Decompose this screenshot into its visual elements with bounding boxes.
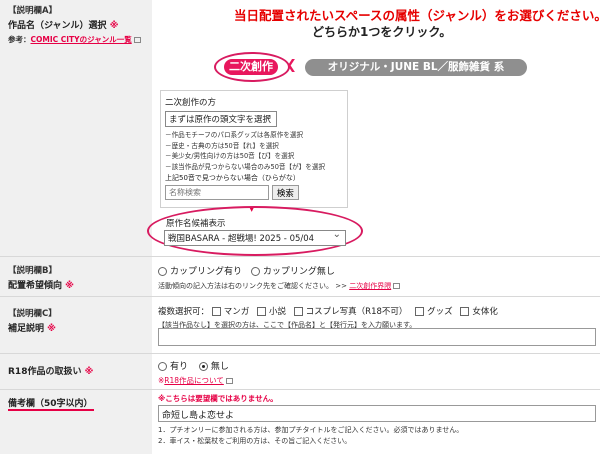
- coupling-label-cell: 【説明欄B】 配置希望傾向 ※: [0, 257, 152, 296]
- search-button[interactable]: 検索: [271, 185, 299, 200]
- remarks-notes: 1．プチオンリーに参加される方は、参加プチタイトルをご記入ください。必須ではあり…: [158, 426, 464, 445]
- option-goods[interactable]: グッズ: [415, 307, 453, 317]
- checkbox-icon: [460, 307, 470, 316]
- external-link-icon: [393, 283, 401, 289]
- r18-content: 有り 無し ※R18作品について: [152, 354, 600, 389]
- remarks-field-label: 備考欄（50字以内）: [8, 399, 93, 409]
- candidate-label: 原作名候補表示: [166, 219, 226, 229]
- kana-note: 上記50音で見つからない場合（ひらがな）: [165, 174, 300, 182]
- r18-yes-radio[interactable]: 有り: [158, 362, 188, 372]
- coupling-row: 【説明欄B】 配置希望傾向 ※ カップリング有り カップリング無し 活動傾向の記…: [0, 257, 600, 297]
- candidate-select[interactable]: 戦国BASARA - 超戦場! 2025 - 05/04: [164, 229, 346, 246]
- checkbox-icon: [293, 307, 303, 316]
- derivative-panel: 二次創作の方 まずは原作の頭文字を選択 －作品モチーフのパロ系グッズは各原作を選…: [160, 90, 348, 208]
- genre-label-cell: 【説明欄A】 作品名（ジャンル）選択 ※ 参考：COMIC CITYのジャンル一…: [0, 0, 152, 256]
- remarks-input[interactable]: 命短し島よ恋せよ: [158, 405, 596, 422]
- checkbox-icon: [256, 307, 266, 316]
- remarks-warning: ※こちらは要望欄ではありません。: [158, 394, 278, 403]
- genre-subheading: どちらか1つをクリック。: [312, 25, 452, 39]
- panel-title: 二次創作の方: [165, 98, 217, 108]
- external-link-icon: [133, 37, 141, 43]
- panel-notes: －作品モチーフのパロ系グッズは各原作を選択 －歴史・古典の方は50音【れ】を選択…: [165, 131, 326, 171]
- checkbox-icon: [211, 307, 221, 316]
- supplement-row: 【説明欄C】 補足説明 ※ 複数選択可： マンガ 小説 コスプレ写真（R18不可…: [0, 297, 600, 354]
- remarks-row: 備考欄（50字以内） ※こちらは要望欄ではありません。 命短し島よ恋せよ 1．プ…: [0, 390, 600, 454]
- selection-arrow-icon: ❮: [286, 58, 297, 73]
- r18-no-radio[interactable]: 無し: [198, 362, 229, 372]
- remarks-content: ※こちらは要望欄ではありません。 命短し島よ恋せよ 1．プチオンリーに参加される…: [152, 390, 600, 454]
- genre-heading: 当日配置されたいスペースの属性（ジャンル）をお選びください。: [234, 8, 600, 23]
- r18-field-label: R18作品の取扱い ※: [8, 367, 94, 377]
- genre-row: 【説明欄A】 作品名（ジャンル）選択 ※ 参考：COMIC CITYのジャンル一…: [0, 0, 600, 257]
- supplement-field-label: 補足説明 ※: [8, 324, 56, 334]
- r18-info-link[interactable]: R18作品について: [164, 376, 224, 385]
- checkbox-icon: [415, 307, 425, 316]
- radio-icon: [158, 362, 167, 371]
- genre-list-link[interactable]: COMIC CITYのジャンル一覧: [31, 35, 132, 44]
- option-manga[interactable]: マンガ: [211, 307, 249, 317]
- option-genderbend[interactable]: 女体化: [460, 307, 498, 317]
- initial-select[interactable]: まずは原作の頭文字を選択: [165, 110, 277, 127]
- external-link-icon: [225, 378, 233, 384]
- tab-derivative-label: 二次創作: [224, 59, 278, 75]
- multi-select-label: 複数選択可：: [158, 307, 210, 317]
- supplement-input[interactable]: [158, 328, 596, 346]
- tab-derivative[interactable]: 二次創作: [214, 52, 290, 82]
- radio-icon: [158, 267, 167, 276]
- tab-original[interactable]: オリジナル・JUNE BL／服飾雑貨 系: [305, 59, 527, 76]
- option-cosplay-photo[interactable]: コスプレ写真（R18不可）: [293, 307, 407, 317]
- coupling-yes-radio[interactable]: カップリング有り: [158, 267, 242, 277]
- coupling-field-label: 配置希望傾向 ※: [8, 281, 74, 291]
- radio-icon: [250, 267, 260, 276]
- r18-row: R18作品の取扱い ※ 有り 無し ※R18作品について: [0, 354, 600, 390]
- supplement-content: 複数選択可： マンガ 小説 コスプレ写真（R18不可） グッズ 女体化 【該当作…: [152, 297, 600, 353]
- option-novel[interactable]: 小説: [256, 307, 286, 317]
- section-b-title: 【説明欄B】: [8, 266, 57, 276]
- name-search-input[interactable]: [165, 185, 269, 200]
- derivative-trend-link[interactable]: 二次創作界隈: [349, 282, 391, 290]
- section-a-title: 【説明欄A】: [8, 6, 58, 16]
- supplement-label-cell: 【説明欄C】 補足説明 ※: [0, 297, 152, 353]
- section-c-title: 【説明欄C】: [8, 309, 57, 319]
- radio-selected-icon: [198, 362, 208, 371]
- coupling-no-radio[interactable]: カップリング無し: [250, 267, 335, 277]
- r18-label-cell: R18作品の取扱い ※: [0, 354, 152, 389]
- coupling-content: カップリング有り カップリング無し 活動傾向の記入方法は右のリンク先をご確認くだ…: [152, 257, 600, 296]
- genre-content: 当日配置されたいスペースの属性（ジャンル）をお選びください。 どちらか1つをクリ…: [147, 0, 600, 256]
- genre-field-label: 作品名（ジャンル）選択 ※: [8, 21, 119, 31]
- remarks-label-cell: 備考欄（50字以内）: [0, 390, 152, 454]
- remarks-underline: [8, 409, 94, 411]
